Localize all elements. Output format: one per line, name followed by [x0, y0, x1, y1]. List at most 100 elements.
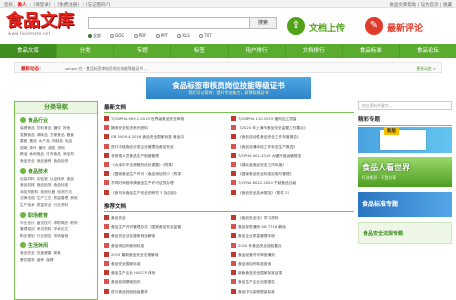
filter-pdf[interactable]: PDF: [133, 33, 146, 38]
document-item[interactable]: 食品生产企业自查报告: [231, 278, 353, 286]
news-item[interactable]: senpei 在 · 食品标签审核员岗位技能等级证书 ...: [65, 66, 148, 72]
category-link[interactable]: 食品检测: [37, 183, 52, 187]
document-item[interactable]: 食品安全法实施条例及解读: [104, 232, 226, 240]
category-link[interactable]: 肉制品: [52, 139, 63, 143]
category-link[interactable]: 乳品: [65, 139, 72, 143]
category-link[interactable]: 学术论文: [54, 227, 69, 231]
category-link[interactable]: 美食: [54, 251, 61, 255]
category-link[interactable]: 方便食品: [50, 133, 65, 137]
document-item[interactable]: T/CPHA 001-2019 大罐冷链运输规范: [231, 152, 353, 160]
category-heading[interactable]: 食品技术: [20, 167, 92, 176]
category-link[interactable]: 果蔬: [20, 139, 27, 143]
category-link[interactable]: 实验室: [37, 177, 48, 181]
category-link[interactable]: 管理培训: [20, 227, 35, 231]
promo-banner[interactable]: 食品标签审核员岗位技能等级证书 我们可以帮你：提升专业能力，获得权威证书: [146, 77, 311, 99]
document-item[interactable]: 新版食品安全国家标准目录: [231, 269, 353, 277]
document-item[interactable]: T/CFNA 8022-2020 干制食品分级: [231, 179, 353, 187]
topic-card-regulations[interactable]: 食品安全法规专题: [358, 222, 452, 244]
category-link[interactable]: 罐头: [39, 146, 46, 150]
document-item[interactable]: 不同时间段申请食品生产许可证的办理: [104, 179, 226, 187]
category-link[interactable]: 调味品: [37, 133, 48, 137]
nav-tags[interactable]: 标签: [171, 44, 229, 58]
category-link[interactable]: 质量安全: [37, 203, 52, 207]
category-link[interactable]: 质量管理: [54, 196, 69, 200]
category-link[interactable]: 水产品: [39, 139, 50, 143]
filter-all[interactable]: 全部: [88, 33, 101, 39]
document-item[interactable]: 猪肉安全知识系列资料: [104, 124, 226, 132]
category-link[interactable]: 营养: [37, 258, 44, 262]
filter-xls[interactable]: XLS: [177, 33, 190, 38]
category-link[interactable]: 食品安全: [20, 251, 35, 255]
nav-home[interactable]: 食品文库: [0, 44, 58, 58]
category-link[interactable]: 休闲食品: [29, 152, 44, 156]
document-item[interactable]: 《2020 年上海市食品安全监管工作要点》: [231, 124, 353, 132]
nav-category[interactable]: 分类: [57, 44, 115, 58]
document-item[interactable]: GB 5009.4-2016 食品安全国家标准 食品中: [104, 133, 226, 141]
category-link[interactable]: 餐饮服务: [20, 258, 35, 262]
category-link[interactable]: 职场: [70, 221, 77, 225]
category-link[interactable]: 焙烤: [20, 146, 27, 150]
category-link[interactable]: 毕业设计: [20, 221, 35, 225]
search-input[interactable]: [88, 17, 268, 29]
category-link[interactable]: 法律法规: [20, 196, 35, 200]
news-more-link[interactable]: 更多动态 >: [416, 66, 436, 72]
category-link[interactable]: 食品安全: [20, 159, 35, 163]
document-item[interactable]: 2020 年食品安全抽检要点: [231, 242, 353, 250]
document-item[interactable]: 《食品安全技术规范》（附件 2）: [231, 189, 353, 197]
document-item[interactable]: 食品中污染物限量标准: [231, 288, 353, 296]
document-item[interactable]: 食品添加剂标准查询: [231, 260, 353, 268]
document-item[interactable]: 进口冷链食品分发企业管理及食品安全: [104, 143, 226, 151]
category-link[interactable]: 生产工艺: [37, 196, 52, 200]
category-link[interactable]: 糖饮: [54, 126, 61, 130]
document-item[interactable]: 食品企业质量管理手册: [231, 232, 353, 240]
login-link[interactable]: [请登录]: [33, 3, 50, 8]
category-heading[interactable]: 生活休闲: [20, 242, 92, 250]
category-link[interactable]: 食品检测: [54, 159, 69, 163]
category-link[interactable]: 保健食品: [20, 126, 35, 130]
category-link[interactable]: 行业资料: [54, 203, 69, 207]
filter-txt[interactable]: TXT: [199, 33, 212, 38]
forgot-password-link[interactable]: [忘记密码?]: [86, 3, 110, 8]
document-item[interactable]: 《食品流通年检工作安全生产推进》: [231, 143, 353, 151]
hot-search-input[interactable]: 热点资料关键字...: [358, 101, 452, 110]
nav-doc-rank[interactable]: 文档排行: [286, 44, 343, 58]
document-item[interactable]: 《首乌对食品生产安全的研究 3 及应用》: [104, 189, 226, 197]
category-heading[interactable]: 职场教育: [20, 211, 92, 220]
category-link[interactable]: 其他: [70, 196, 77, 200]
document-item[interactable]: 食品添加剂使用标准: [104, 242, 226, 250]
document-item[interactable]: 食品安全: [104, 214, 226, 222]
document-item[interactable]: 进口食品检验检疫要求: [104, 288, 226, 296]
user-name[interactable]: 美人: [18, 3, 27, 8]
topic-card-new[interactable]: 新版: [358, 127, 452, 153]
nav-food-forum[interactable]: 食品论坛: [400, 44, 456, 58]
category-link[interactable]: 添加剂: [63, 152, 74, 156]
document-item[interactable]: 食品标签通则 GB 7718 解读: [231, 223, 353, 231]
category-link[interactable]: 粮油: [20, 152, 27, 156]
category-link[interactable]: 蛋品: [29, 139, 36, 143]
category-link[interactable]: 保健: [46, 258, 53, 262]
topic-card-world[interactable]: 食品人看世界 行业知识 · 干货分享: [358, 157, 452, 187]
document-item[interactable]: T/CNPHA 110-2019 猪肉加工质量: [231, 115, 353, 123]
document-item[interactable]: 食品检测基础知识: [104, 278, 226, 286]
filter-ppt[interactable]: PPT: [155, 33, 168, 38]
document-item[interactable]: 《国家食品安全标准实施与管理》: [231, 170, 353, 178]
document-item[interactable]: 《食品流动性食品安全工作年度报告》: [231, 133, 353, 141]
document-item[interactable]: 食品经营许可审查通则: [231, 251, 353, 259]
search-button[interactable]: 搜索: [249, 17, 277, 29]
nav-topics[interactable]: 专题: [114, 44, 172, 58]
document-item[interactable]: 《国家食品生产许可（食品添加剂）》（附录: [104, 170, 226, 178]
nav-food-standards[interactable]: 食品标准: [343, 44, 400, 58]
document-item[interactable]: 《湖北省食品安全工作年度》: [231, 161, 353, 169]
category-link[interactable]: 求职简历: [54, 221, 69, 225]
category-link[interactable]: 冷冻食品: [46, 152, 61, 156]
site-logo[interactable]: 食品文库 www.foodmate.net: [6, 11, 82, 38]
category-link[interactable]: 行业报告: [37, 234, 52, 238]
category-link[interactable]: 酒类: [48, 146, 55, 150]
document-item[interactable]: 《食品安全法》学习资料: [231, 214, 353, 222]
nav-user-rank[interactable]: 用户排行: [229, 44, 286, 58]
category-link[interactable]: 检测方法: [57, 190, 72, 194]
category-link[interactable]: 市场营销: [54, 234, 69, 238]
category-link[interactable]: 茶叶: [29, 146, 36, 150]
category-link[interactable]: 食品标准: [54, 183, 69, 187]
category-link[interactable]: 添加剂配料: [20, 190, 38, 194]
